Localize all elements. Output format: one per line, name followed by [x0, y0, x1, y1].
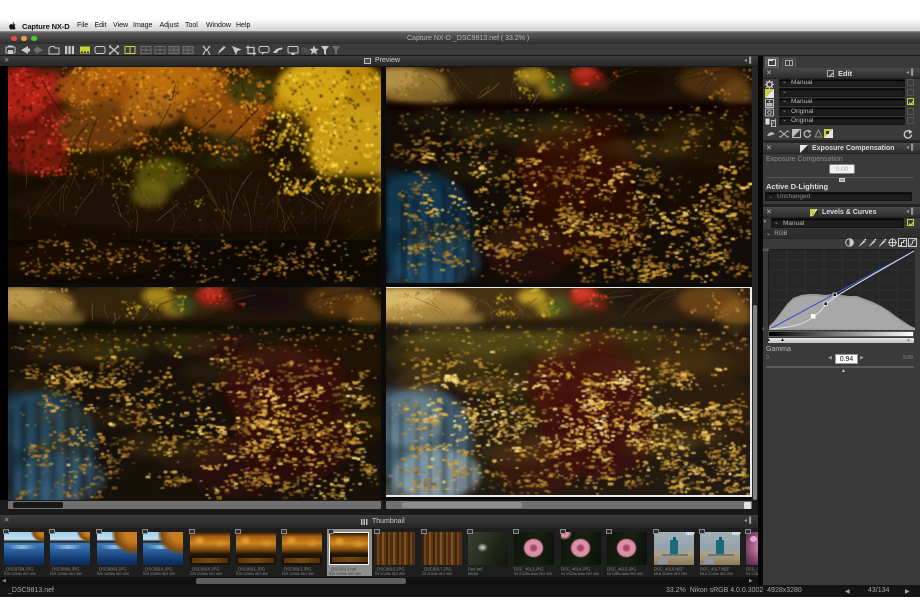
svg-text:%: %	[302, 47, 309, 56]
